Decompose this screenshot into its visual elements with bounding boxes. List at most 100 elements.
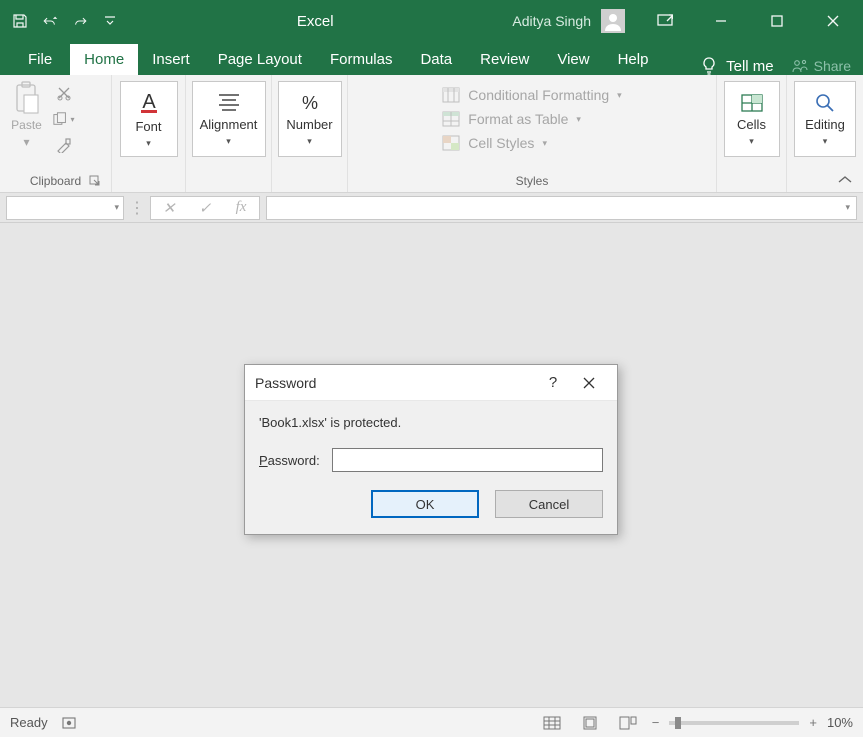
zoom-slider-thumb[interactable]: [675, 717, 681, 729]
format-as-table-label: Format as Table: [468, 111, 568, 127]
conditional-formatting-icon: [442, 87, 460, 103]
save-icon[interactable]: [12, 13, 28, 29]
password-label: Password:: [259, 453, 320, 468]
alignment-button[interactable]: Alignment ▾: [192, 81, 266, 157]
insert-function-icon[interactable]: fx: [223, 199, 259, 216]
ok-button[interactable]: OK: [371, 490, 479, 518]
number-button[interactable]: % Number ▾: [278, 81, 342, 157]
tell-me-button[interactable]: Tell me: [700, 57, 774, 75]
user-name[interactable]: Aditya Singh: [512, 13, 591, 29]
cells-icon: [740, 91, 764, 113]
cells-label: Cells: [737, 117, 766, 132]
formula-bar: ▾ ⋮ ✕ ✓ fx ▾: [0, 193, 863, 223]
zoom-slider[interactable]: [669, 721, 799, 725]
clipboard-group-label: Clipboard: [30, 174, 81, 188]
qat-customize-icon[interactable]: [102, 13, 118, 29]
number-label: Number: [286, 117, 332, 132]
cells-button[interactable]: Cells ▾: [724, 81, 780, 157]
cell-styles-label: Cell Styles: [468, 135, 534, 151]
app-title: Excel: [118, 13, 512, 30]
group-number: % Number ▾: [272, 75, 348, 192]
paste-button[interactable]: Paste ▾: [7, 81, 47, 149]
tab-help[interactable]: Help: [604, 44, 663, 75]
chevron-down-icon: ▾: [146, 138, 151, 149]
ribbon: Paste ▾ ▾ Clipboard A Font ▾ Alignment: [0, 75, 863, 193]
status-bar: Ready − + 10%: [0, 707, 863, 737]
editing-label: Editing: [805, 117, 845, 132]
paste-icon: [13, 81, 41, 115]
tab-home[interactable]: Home: [70, 44, 138, 75]
enter-formula-icon[interactable]: ✓: [187, 199, 223, 217]
quick-access-toolbar: [0, 13, 118, 29]
tab-view[interactable]: View: [543, 44, 603, 75]
title-bar: Excel Aditya Singh: [0, 0, 863, 42]
formula-input[interactable]: ▾: [266, 196, 857, 220]
svg-text:%: %: [301, 93, 317, 113]
cancel-button[interactable]: Cancel: [495, 490, 603, 518]
cut-icon[interactable]: [53, 83, 75, 103]
title-bar-right: Aditya Singh: [512, 0, 863, 42]
cell-styles-icon: [442, 135, 460, 151]
cancel-formula-icon[interactable]: ✕: [151, 199, 187, 217]
clipboard-dialog-launcher-icon[interactable]: [89, 175, 103, 189]
tab-review[interactable]: Review: [466, 44, 543, 75]
lightbulb-icon: [700, 57, 718, 75]
share-button[interactable]: Share: [792, 58, 851, 74]
search-icon: [813, 91, 837, 113]
undo-icon[interactable]: [42, 13, 58, 29]
password-input[interactable]: [332, 448, 603, 472]
dialog-title-bar[interactable]: Password ?: [245, 365, 617, 401]
tab-data[interactable]: Data: [406, 44, 466, 75]
maximize-button[interactable]: [751, 0, 803, 42]
conditional-formatting-button[interactable]: Conditional Formatting ▾: [438, 83, 625, 107]
collapse-ribbon-icon[interactable]: [837, 174, 853, 186]
group-clipboard: Paste ▾ ▾ Clipboard: [0, 75, 112, 192]
chevron-down-icon: ▾: [114, 202, 119, 213]
name-box[interactable]: ▾: [6, 196, 124, 220]
conditional-formatting-label: Conditional Formatting: [468, 87, 609, 103]
cell-styles-button[interactable]: Cell Styles ▾: [438, 131, 625, 155]
close-icon: [583, 377, 595, 389]
zoom-level[interactable]: 10%: [827, 715, 853, 730]
chevron-down-icon: ▾: [845, 202, 850, 213]
page-layout-view-icon[interactable]: [576, 712, 604, 734]
alignment-icon: [216, 91, 242, 113]
font-button[interactable]: A Font ▾: [120, 81, 178, 157]
macro-recording-icon[interactable]: [62, 716, 76, 730]
format-as-table-button[interactable]: Format as Table ▾: [438, 107, 625, 131]
group-font: A Font ▾: [112, 75, 186, 192]
minimize-button[interactable]: [695, 0, 747, 42]
dialog-close-button[interactable]: [571, 365, 607, 401]
tab-formulas[interactable]: Formulas: [316, 44, 407, 75]
styles-group-label: Styles: [516, 174, 549, 188]
tab-page-layout[interactable]: Page Layout: [204, 44, 316, 75]
alignment-label: Alignment: [200, 117, 258, 132]
close-button[interactable]: [807, 0, 859, 42]
table-icon: [442, 111, 460, 127]
percent-icon: %: [297, 91, 323, 113]
dialog-message: 'Book1.xlsx' is protected.: [259, 415, 603, 430]
normal-view-icon[interactable]: [538, 712, 566, 734]
chevron-down-icon: ▾: [576, 114, 581, 125]
editing-button[interactable]: Editing ▾: [794, 81, 856, 157]
tab-insert[interactable]: Insert: [138, 44, 204, 75]
redo-icon[interactable]: [72, 13, 88, 29]
tab-file[interactable]: File: [10, 44, 70, 75]
font-label: Font: [135, 119, 161, 134]
copy-icon[interactable]: ▾: [53, 109, 75, 129]
font-icon: A: [136, 89, 162, 115]
user-avatar-icon[interactable]: [601, 9, 625, 33]
group-alignment: Alignment ▾: [186, 75, 272, 192]
format-painter-icon[interactable]: [53, 135, 75, 155]
chevron-down-icon: ▾: [617, 90, 622, 101]
chevron-down-icon: ▾: [823, 136, 828, 147]
zoom-out-button[interactable]: −: [652, 715, 660, 730]
split-handle-icon[interactable]: ⋮: [130, 198, 144, 218]
dialog-help-button[interactable]: ?: [535, 365, 571, 401]
svg-text:A: A: [142, 91, 156, 113]
zoom-in-button[interactable]: +: [809, 715, 817, 730]
share-label: Share: [814, 58, 851, 74]
ribbon-display-options-icon[interactable]: [639, 0, 691, 42]
chevron-down-icon: ▾: [226, 136, 231, 147]
page-break-view-icon[interactable]: [614, 712, 642, 734]
